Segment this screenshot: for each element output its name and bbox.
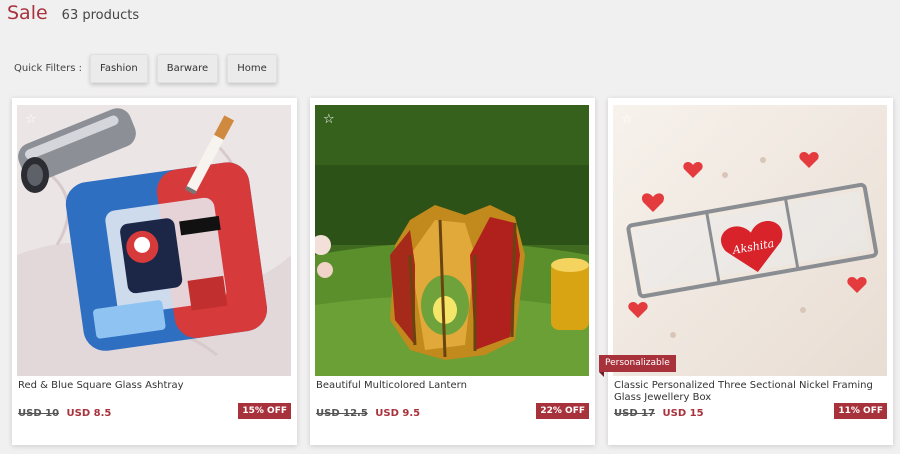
product-image[interactable]: ☆ bbox=[315, 105, 589, 376]
favorite-star-icon[interactable]: ☆ bbox=[25, 113, 39, 127]
original-price: USD 17 bbox=[614, 408, 656, 419]
product-name[interactable]: Beautiful Multicolored Lantern bbox=[316, 380, 588, 392]
filter-chip-barware[interactable]: Barware bbox=[156, 54, 219, 83]
filter-chip-fashion[interactable]: Fashion bbox=[89, 54, 148, 83]
product-prices: USD 10 USD 8.5 bbox=[18, 408, 111, 419]
original-price: USD 10 bbox=[18, 408, 60, 419]
favorite-star-icon[interactable]: ☆ bbox=[621, 113, 635, 127]
product-name[interactable]: Classic Personalized Three Sectional Nic… bbox=[614, 380, 886, 404]
quick-filters: Quick Filters : Fashion Barware Home bbox=[14, 54, 286, 83]
favorite-star-icon[interactable]: ☆ bbox=[323, 113, 337, 127]
sale-price: USD 15 bbox=[662, 408, 704, 419]
original-price: USD 12.5 bbox=[316, 408, 368, 419]
discount-badge: 22% OFF bbox=[536, 403, 589, 419]
product-count: 63 products bbox=[61, 8, 140, 23]
discount-badge: 15% OFF bbox=[238, 403, 291, 419]
product-prices: USD 17 USD 15 bbox=[614, 408, 704, 419]
page-header: Sale 63 products bbox=[7, 2, 139, 24]
personalizable-ribbon: Personalizable bbox=[599, 355, 676, 377]
filter-chip-home[interactable]: Home bbox=[227, 54, 277, 83]
product-card[interactable]: ☆ Beautiful Multicolored Lantern USD 12.… bbox=[310, 98, 595, 445]
product-name[interactable]: Red & Blue Square Glass Ashtray bbox=[18, 380, 290, 392]
product-image[interactable]: Akshita ☆ bbox=[613, 105, 887, 376]
sale-price: USD 8.5 bbox=[66, 408, 112, 419]
product-image[interactable]: ☆ bbox=[17, 105, 291, 376]
product-card[interactable]: Akshita ☆ Personalizable Classic Persona… bbox=[599, 98, 893, 445]
sale-price: USD 9.5 bbox=[375, 408, 421, 419]
product-card[interactable]: ☆ Red & Blue Square Glass Ashtray USD 10… bbox=[12, 98, 297, 445]
discount-badge: 11% OFF bbox=[834, 403, 887, 419]
page-title: Sale bbox=[7, 2, 48, 24]
quick-filters-label: Quick Filters : bbox=[14, 63, 82, 74]
product-prices: USD 12.5 USD 9.5 bbox=[316, 408, 420, 419]
